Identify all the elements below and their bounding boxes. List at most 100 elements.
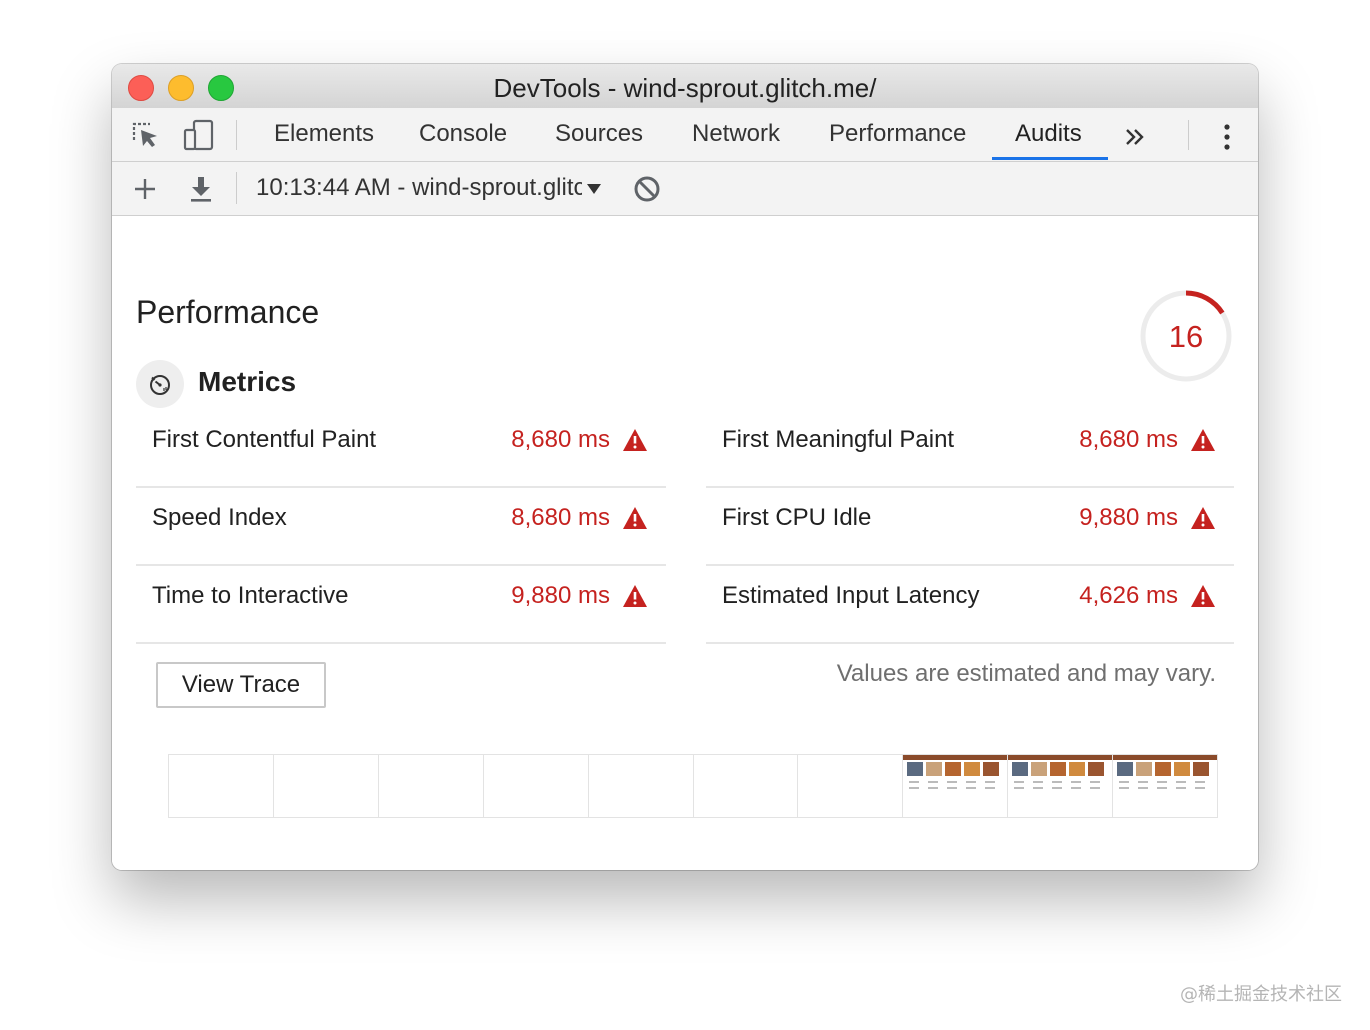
- frame-text-line: [985, 787, 996, 789]
- frame-text-line: [1052, 787, 1063, 789]
- tab-performance[interactable]: Performance: [829, 120, 966, 148]
- frame-text-line: [985, 781, 996, 783]
- metric-row: First Meaningful Paint 8,680 ms: [706, 408, 1234, 488]
- device-toolbar-icon[interactable]: [182, 118, 216, 152]
- toolbar-divider: [236, 120, 237, 150]
- frame-thumbnail: [926, 762, 943, 776]
- frame-thumbnail: [1088, 762, 1105, 776]
- estimate-note: Values are estimated and may vary.: [836, 660, 1216, 687]
- metric-name: First Meaningful Paint: [722, 426, 955, 453]
- metric-value: 9,880 ms: [511, 582, 610, 609]
- tab-sources[interactable]: Sources: [555, 120, 643, 148]
- filmstrip-frame: [379, 755, 484, 817]
- frame-thumbnail: [1193, 762, 1210, 776]
- frame-thumbnail: [1155, 762, 1172, 776]
- filmstrip-frame: [694, 755, 799, 817]
- frame-text-line: [909, 787, 920, 789]
- window-title: DevTools - wind-sprout.glitch.me/: [493, 73, 877, 103]
- metric-name: Time to Interactive: [152, 582, 349, 609]
- chevron-down-icon[interactable]: [586, 182, 602, 196]
- frame-text-line: [1071, 781, 1082, 783]
- filmstrip-frame: [798, 755, 904, 817]
- frame-text-line: [1195, 781, 1206, 783]
- frame-text-line: [1157, 787, 1168, 789]
- warning-icon: [1191, 507, 1215, 529]
- metric-row: First Contentful Paint 8,680 ms: [136, 408, 666, 488]
- report-select[interactable]: 10:13:44 AM - wind-sprout.glitch.me/: [256, 174, 582, 202]
- filmstrip-frame: [484, 755, 589, 817]
- frame-thumbnail: [1050, 762, 1067, 776]
- inspect-element-icon[interactable]: [128, 118, 162, 152]
- add-icon[interactable]: [128, 172, 162, 206]
- frame-text-line: [1052, 781, 1063, 783]
- frame-thumbnail: [1069, 762, 1086, 776]
- watermark: @稀土掘金技术社区: [1180, 984, 1342, 1005]
- frame-text-line: [909, 781, 920, 783]
- active-tab-indicator: [992, 157, 1108, 160]
- warning-icon: [623, 585, 647, 607]
- frame-thumbnail: [1117, 762, 1134, 776]
- audits-toolbar: 10:13:44 AM - wind-sprout.glitch.me/: [112, 162, 1258, 216]
- metric-value: 8,680 ms: [511, 504, 610, 531]
- frame-text-line: [966, 787, 977, 789]
- frame-text-line: [1119, 781, 1130, 783]
- frame-text-line: [1090, 787, 1101, 789]
- view-trace-button[interactable]: View Trace: [156, 662, 326, 708]
- frame-thumbnail: [1136, 762, 1153, 776]
- toolbar-divider: [1188, 120, 1189, 150]
- more-tabs-icon[interactable]: [1118, 120, 1152, 154]
- frame-text-line: [1195, 787, 1206, 789]
- frame-text-line: [1014, 787, 1025, 789]
- tab-console[interactable]: Console: [419, 120, 507, 148]
- clear-icon[interactable]: [630, 172, 664, 206]
- metrics-heading: Metrics: [198, 366, 297, 397]
- tab-audits[interactable]: Audits: [1015, 120, 1082, 148]
- frame-text-line: [1071, 787, 1082, 789]
- frame-text-line: [1138, 781, 1149, 783]
- frame-thumbnail: [1174, 762, 1191, 776]
- frame-text-line: [1157, 781, 1168, 783]
- audit-report: Performance 16 Metrics First Contentful …: [112, 216, 1258, 870]
- frame-text-line: [1176, 781, 1187, 783]
- stopwatch-icon: [150, 375, 170, 395]
- filmstrip-frame: [1008, 755, 1114, 817]
- frame-text-line: [1033, 787, 1044, 789]
- filmstrip-frame: [274, 755, 379, 817]
- metric-name: Speed Index: [152, 504, 287, 531]
- metric-name: First CPU Idle: [722, 504, 872, 531]
- download-icon[interactable]: [184, 172, 218, 206]
- metric-value: 8,680 ms: [511, 426, 610, 453]
- metric-row: Estimated Input Latency 4,626 ms: [706, 564, 1234, 644]
- kebab-menu-icon[interactable]: [1210, 120, 1244, 154]
- warning-icon: [623, 429, 647, 451]
- frame-text-line: [928, 787, 939, 789]
- metric-value: 9,880 ms: [1079, 504, 1178, 531]
- frame-thumbnail: [983, 762, 1000, 776]
- warning-icon: [1191, 429, 1215, 451]
- frame-text-line: [1176, 787, 1187, 789]
- metric-row: Speed Index 8,680 ms: [136, 486, 666, 566]
- metric-name: First Contentful Paint: [152, 426, 377, 453]
- frame-thumbnail: [1012, 762, 1029, 776]
- frame-text-line: [1138, 787, 1149, 789]
- warning-icon: [1191, 585, 1215, 607]
- metric-row: Time to Interactive 9,880 ms: [136, 564, 666, 644]
- tab-network[interactable]: Network: [692, 120, 780, 148]
- filmstrip-frame: [1113, 755, 1218, 817]
- frame-header: [903, 755, 1008, 760]
- tab-elements[interactable]: Elements: [274, 120, 374, 148]
- metric-value: 4,626 ms: [1079, 582, 1178, 609]
- frame-thumbnail: [945, 762, 962, 776]
- filmstrip-frame: [169, 755, 274, 817]
- devtools-window: DevTools - wind-sprout.glitch.me/ Elemen…: [112, 64, 1258, 870]
- score-gauge: 16: [1140, 290, 1232, 382]
- frame-thumbnail: [907, 762, 924, 776]
- metrics-icon-container: [136, 360, 184, 408]
- frame-thumbnail: [964, 762, 981, 776]
- title-bar: DevTools - wind-sprout.glitch.me/: [112, 64, 1258, 108]
- toolbar-divider: [236, 172, 237, 204]
- warning-icon: [623, 507, 647, 529]
- frame-thumbnail: [1031, 762, 1048, 776]
- frame-text-line: [1014, 781, 1025, 783]
- filmstrip: [168, 754, 1218, 818]
